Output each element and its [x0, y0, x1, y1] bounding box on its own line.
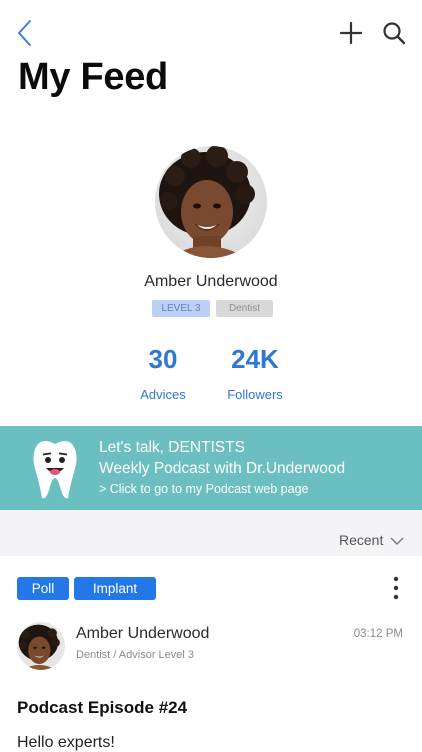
author-portrait-image	[17, 622, 65, 670]
more-options-icon[interactable]	[384, 575, 408, 601]
avatar-portrait-image	[155, 146, 267, 258]
post-title[interactable]: Podcast Episode #24	[17, 698, 187, 718]
banner-subtitle: Weekly Podcast with Dr.Underwood	[99, 460, 346, 477]
author-avatar[interactable]	[17, 622, 65, 670]
avatar[interactable]	[155, 146, 267, 258]
search-icon[interactable]	[380, 19, 408, 47]
post-timestamp: 03:12 PM	[353, 628, 403, 640]
chevron-down-icon[interactable]	[389, 535, 405, 547]
banner-link[interactable]: > Click to go to my Podcast web page	[99, 482, 309, 496]
followers-count[interactable]: 24K	[215, 344, 295, 375]
advices-label[interactable]: Advices	[128, 387, 198, 402]
podcast-banner[interactable]: Let's talk, DENTISTS Weekly Podcast with…	[0, 426, 422, 510]
page-title: My Feed	[18, 56, 168, 98]
role-badge: Dentist	[216, 300, 273, 317]
sort-bar: Recent	[0, 510, 422, 556]
back-icon[interactable]	[14, 18, 40, 48]
author-subtitle: Dentist / Advisor Level 3	[76, 649, 195, 661]
sort-dropdown[interactable]: Recent	[339, 532, 383, 548]
post-body: Hello experts!	[17, 734, 115, 751]
followers-label[interactable]: Followers	[215, 387, 295, 402]
tooth-icon	[33, 441, 77, 499]
level-badge: LEVEL 3	[152, 300, 210, 317]
plus-icon[interactable]	[338, 20, 364, 46]
banner-headline: Let's talk, DENTISTS	[99, 439, 245, 456]
profile-name: Amber Underwood	[144, 273, 278, 290]
advices-count[interactable]: 30	[128, 344, 198, 375]
tag-poll[interactable]: Poll	[17, 577, 69, 600]
author-name[interactable]: Amber Underwood	[76, 625, 209, 643]
tag-implant[interactable]: Implant	[74, 577, 156, 600]
